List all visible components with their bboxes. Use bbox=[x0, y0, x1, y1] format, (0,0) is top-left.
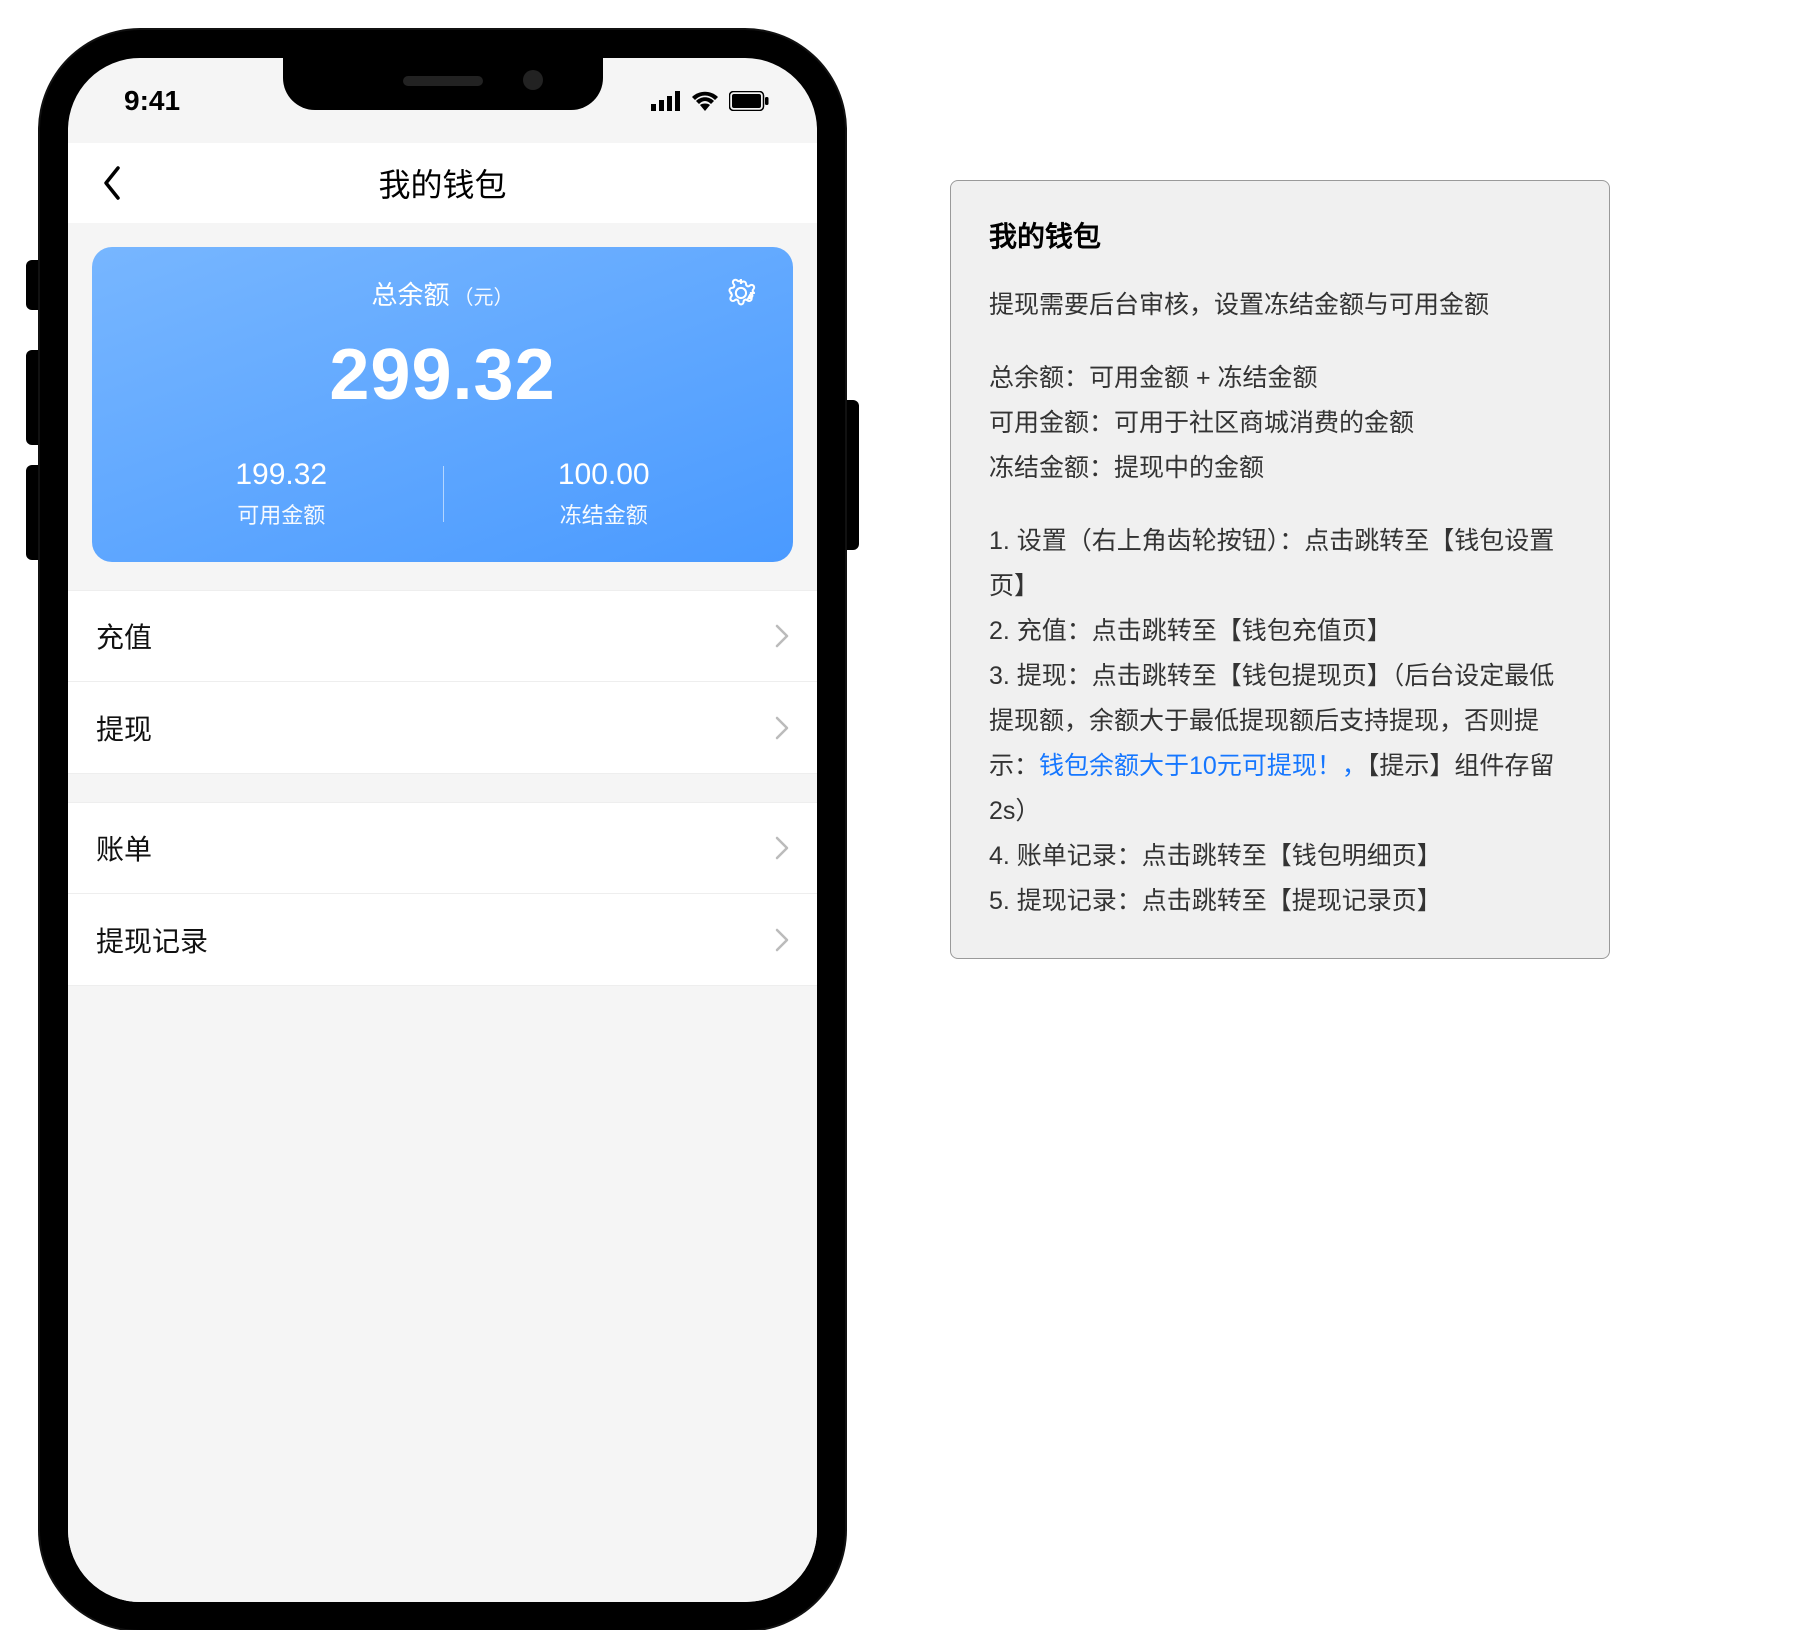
balance-total: 299.32 bbox=[120, 334, 765, 416]
balance-label: 总余额（元） bbox=[371, 275, 513, 312]
note-subtitle: 提现需要后台审核，设置冻结金额与可用金额 bbox=[989, 283, 1571, 328]
note-item-1: 1. 设置（右上角齿轮按钮）：点击跳转至【钱包设置页】 bbox=[989, 519, 1571, 609]
note-def-total: 总余额：可用金额 + 冻结金额 bbox=[989, 356, 1571, 401]
frozen-value: 100.00 bbox=[443, 458, 766, 492]
frozen-caption: 冻结金额 bbox=[443, 498, 766, 530]
chevron-right-icon bbox=[775, 624, 789, 648]
wallet-settings-button[interactable] bbox=[721, 273, 761, 313]
cell-label: 提现 bbox=[96, 708, 152, 748]
menu-recharge[interactable]: 充值 bbox=[68, 590, 817, 682]
annotation-panel: 我的钱包 提现需要后台审核，设置冻结金额与可用金额 总余额：可用金额 + 冻结金… bbox=[950, 180, 1610, 959]
menu-group-1: 充值 提现 bbox=[68, 590, 817, 774]
nav-bar: 我的钱包 bbox=[68, 143, 817, 223]
menu-withdraw-records[interactable]: 提现记录 bbox=[68, 894, 817, 986]
chevron-right-icon bbox=[775, 928, 789, 952]
wifi-icon bbox=[691, 91, 719, 111]
chevron-right-icon bbox=[775, 716, 789, 740]
cell-label: 充值 bbox=[96, 616, 152, 656]
note-item-5: 5. 提现记录：点击跳转至【提现记录页】 bbox=[989, 879, 1571, 924]
note-def-available: 可用金额：可用于社区商城消费的金额 bbox=[989, 401, 1571, 446]
cellular-icon bbox=[651, 91, 681, 111]
cell-label: 提现记录 bbox=[96, 920, 208, 960]
note-item-4: 4. 账单记录：点击跳转至【钱包明细页】 bbox=[989, 834, 1571, 879]
battery-icon bbox=[729, 91, 769, 111]
status-time: 9:41 bbox=[124, 85, 180, 117]
available-value: 199.32 bbox=[120, 458, 443, 492]
note-title: 我的钱包 bbox=[989, 215, 1571, 255]
balance-card: 总余额（元） 299.32 199.32 可用金额 bbox=[92, 247, 793, 562]
note-item-3-highlight: 钱包余额大于10元可提现！， bbox=[1039, 752, 1367, 780]
back-button[interactable] bbox=[92, 163, 132, 203]
device-notch bbox=[283, 58, 603, 110]
available-caption: 可用金额 bbox=[120, 498, 443, 530]
balance-frozen: 100.00 冻结金额 bbox=[443, 458, 766, 530]
chevron-left-icon bbox=[102, 166, 122, 200]
menu-withdraw[interactable]: 提现 bbox=[68, 682, 817, 774]
note-def-frozen: 冻结金额：提现中的金额 bbox=[989, 446, 1571, 491]
note-action-list: 1. 设置（右上角齿轮按钮）：点击跳转至【钱包设置页】 2. 充值：点击跳转至【… bbox=[989, 519, 1571, 924]
phone-frame: 9:41 我的钱 bbox=[40, 30, 845, 1630]
note-item-2: 2. 充值：点击跳转至【钱包充值页】 bbox=[989, 609, 1571, 654]
menu-group-2: 账单 提现记录 bbox=[68, 802, 817, 986]
note-item-3: 3. 提现：点击跳转至【钱包提现页】（后台设定最低提现额，余额大于最低提现额后支… bbox=[989, 654, 1571, 834]
note-definitions: 总余额：可用金额 + 冻结金额 可用金额：可用于社区商城消费的金额 冻结金额：提… bbox=[989, 356, 1571, 491]
menu-bills[interactable]: 账单 bbox=[68, 802, 817, 894]
page-title: 我的钱包 bbox=[378, 160, 506, 206]
cell-label: 账单 bbox=[96, 828, 152, 868]
balance-available: 199.32 可用金额 bbox=[120, 458, 443, 530]
chevron-right-icon bbox=[775, 836, 789, 860]
gear-icon bbox=[724, 276, 758, 310]
